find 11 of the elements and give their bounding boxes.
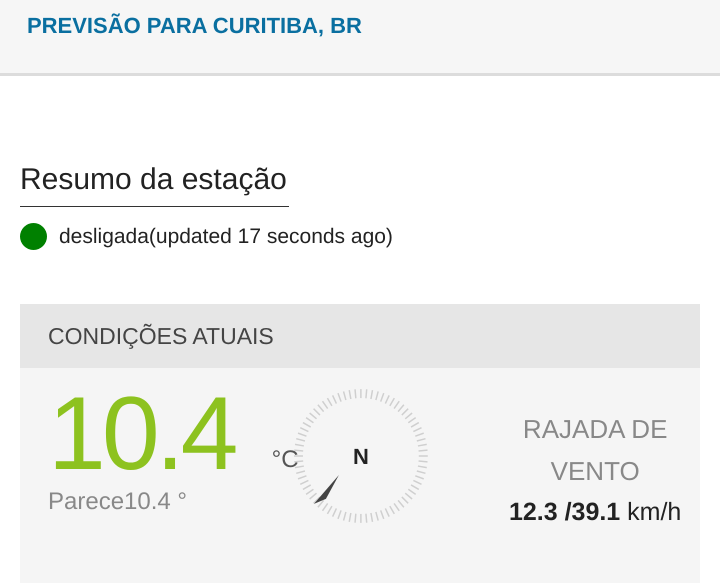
compass-direction-label: N <box>352 444 368 469</box>
page-title: PREVISÃO PARA CURITIBA, BR <box>27 12 362 40</box>
section-heading: Resumo da estação <box>20 162 289 207</box>
status-text: desligada(updated 17 seconds ago) <box>59 224 393 248</box>
gust-value: 12.3 /39.1 km/h <box>509 498 682 527</box>
card-title: CONDIÇÕES ATUAIS <box>48 322 274 350</box>
gust-label: RAJADA DE VENTO <box>522 413 668 488</box>
feels-like-text: Parece10.4 ° <box>48 488 188 516</box>
temperature-value: 10.4 <box>48 384 236 484</box>
wind-direction-pointer <box>314 474 338 504</box>
temperature-unit: °C <box>272 446 299 474</box>
